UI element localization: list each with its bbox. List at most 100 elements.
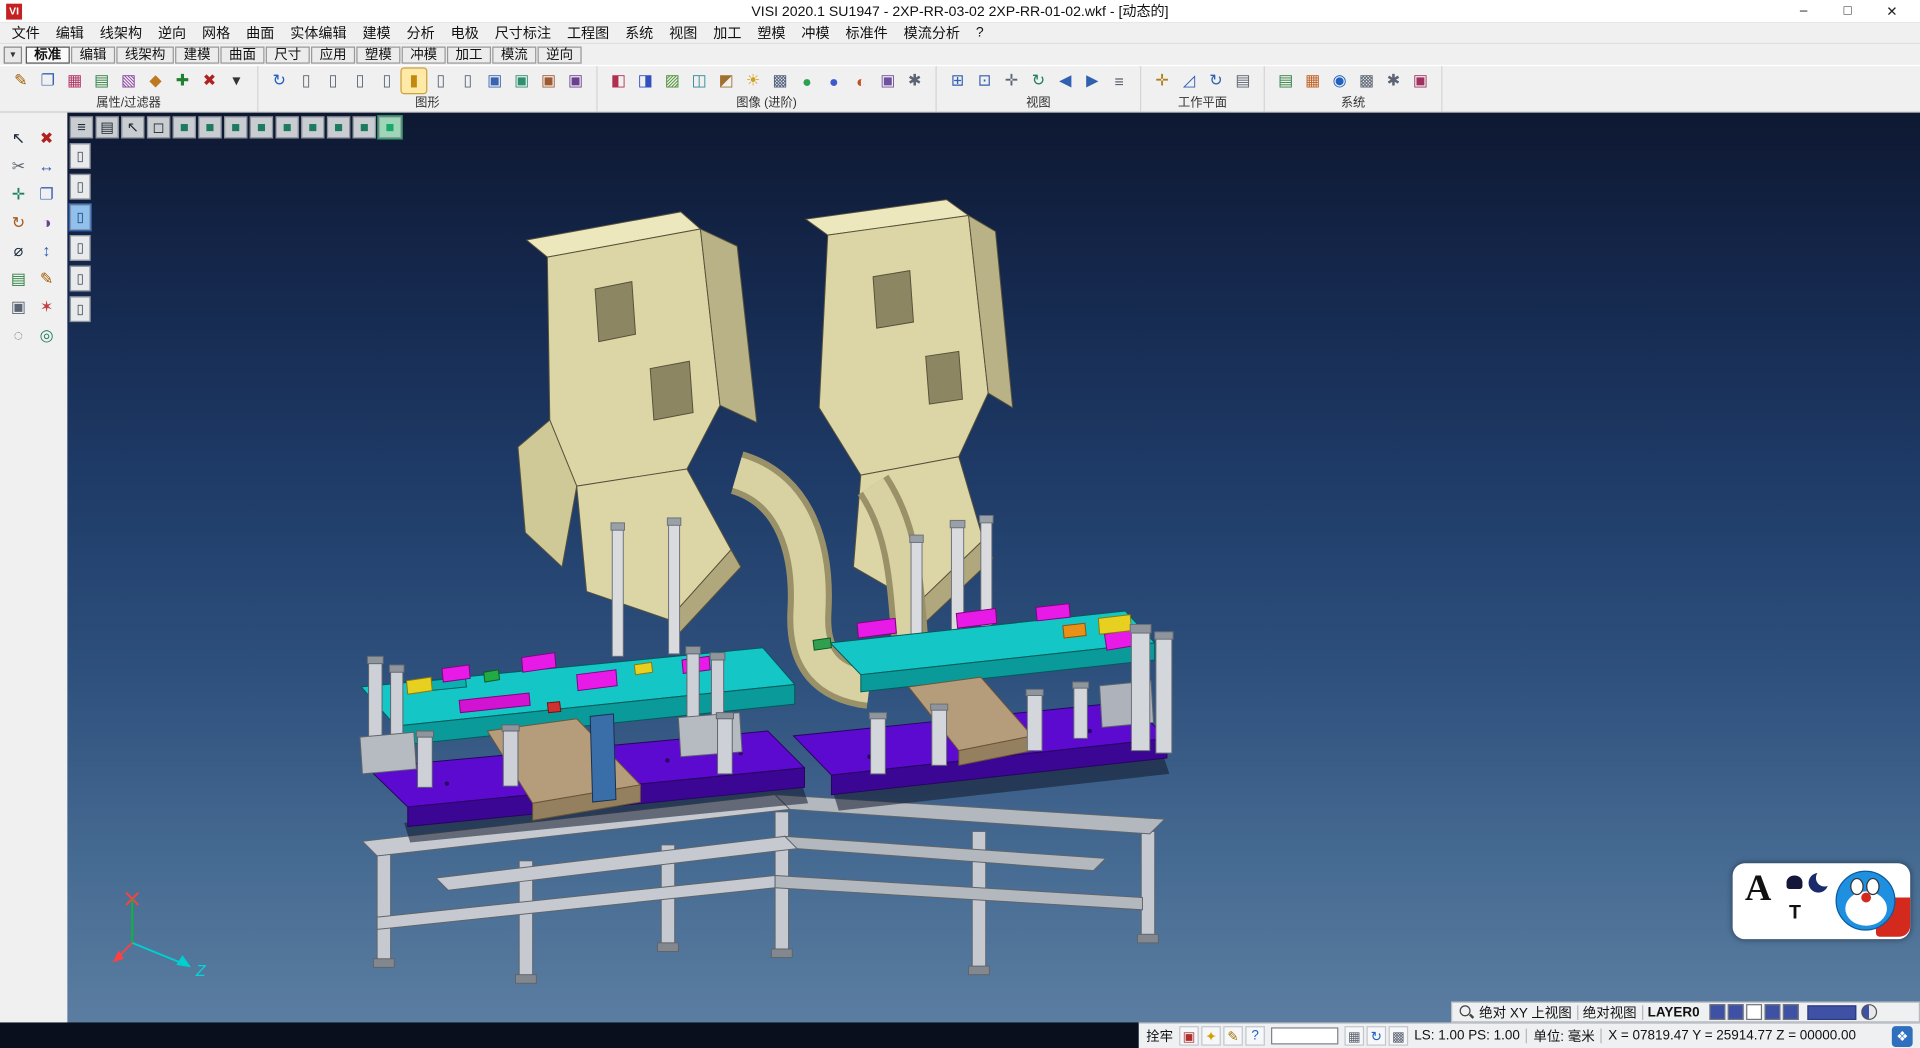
render-sphere-red-icon[interactable]: ◐: [849, 69, 873, 93]
menu-item-8[interactable]: 建模: [354, 23, 398, 43]
mirror-icon[interactable]: ◑: [34, 209, 60, 235]
quick-command-icon[interactable]: ✦: [1201, 1026, 1221, 1046]
extend-icon[interactable]: ↔: [34, 153, 60, 179]
previous-view-icon[interactable]: ◀: [1053, 69, 1077, 93]
copy-icon[interactable]: ❐: [34, 181, 60, 207]
menu-item-2[interactable]: 编辑: [48, 23, 92, 43]
toolbar-tab-5[interactable]: 曲面: [220, 46, 264, 63]
menu-item-15[interactable]: 加工: [705, 23, 749, 43]
rotate-icon[interactable]: ↻: [6, 209, 32, 235]
filter-add-icon[interactable]: ✚: [170, 69, 194, 93]
menu-item-18[interactable]: 标准件: [838, 23, 896, 43]
filter-wireframe-icon[interactable]: ▯: [70, 204, 91, 230]
rotate-view-icon[interactable]: ↻: [1026, 69, 1050, 93]
view-cube-right-icon[interactable]: ■: [301, 116, 324, 138]
display-box-2-icon[interactable]: ▣: [482, 69, 506, 93]
erase-icon[interactable]: ✖: [34, 125, 60, 151]
display-box-3-icon[interactable]: ▣: [509, 69, 533, 93]
shaded-mode-icon[interactable]: ◨: [633, 69, 657, 93]
view-cube-back-icon[interactable]: ■: [250, 116, 273, 138]
menu-item-19[interactable]: 模流分析: [896, 23, 968, 43]
refresh-status-icon[interactable]: ↻: [1367, 1026, 1387, 1046]
filter-surfaces-icon[interactable]: ▯: [70, 174, 91, 200]
view-manager-icon[interactable]: ≡: [1107, 69, 1131, 93]
display-shaded-icon[interactable]: ▮: [402, 69, 426, 93]
toolbar-tab-3[interactable]: 线架构: [116, 46, 174, 63]
toolbar-tab-7[interactable]: 应用: [311, 46, 355, 63]
command-input[interactable]: [1271, 1027, 1338, 1044]
menu-item-1[interactable]: 文件: [4, 23, 48, 43]
workplane-widget-icon[interactable]: ❖: [1892, 1026, 1913, 1047]
view-cube-dimetric-icon[interactable]: ■: [353, 116, 376, 138]
texture-mode-icon[interactable]: ▨: [660, 69, 684, 93]
snap-settings-icon[interactable]: ✱: [1381, 69, 1405, 93]
layer-toggle-icon[interactable]: [1861, 1004, 1877, 1020]
view-cube-iso-icon[interactable]: ■: [173, 116, 196, 138]
menu-item-6[interactable]: 曲面: [238, 23, 282, 43]
explode-icon[interactable]: ✶: [34, 294, 60, 320]
context-help-icon[interactable]: ?: [1245, 1026, 1265, 1046]
menu-item-7[interactable]: 实体编辑: [282, 23, 354, 43]
system-options-icon[interactable]: ▣: [1408, 69, 1432, 93]
refresh-graphics-icon[interactable]: ↻: [267, 69, 291, 93]
layer-color-2-icon[interactable]: [1728, 1004, 1744, 1020]
view-cube-bottom-icon[interactable]: ■: [327, 116, 350, 138]
filter-solids-icon[interactable]: ▯: [70, 143, 91, 169]
pan-view-icon[interactable]: ✛: [999, 69, 1023, 93]
menu-item-13[interactable]: 系统: [617, 23, 661, 43]
filter-dropdown-icon[interactable]: ▾: [224, 69, 248, 93]
workplane-manager-icon[interactable]: ▤: [1231, 69, 1255, 93]
group-elements-icon[interactable]: ▣: [6, 294, 32, 320]
trim-icon[interactable]: ✂: [6, 153, 32, 179]
3d-model-view[interactable]: [67, 113, 1920, 1048]
display-box-4-icon[interactable]: ▣: [536, 69, 560, 93]
world-view-icon[interactable]: ◉: [1327, 69, 1351, 93]
toolbar-tab-11[interactable]: 模流: [492, 46, 536, 63]
toolbar-tab-4[interactable]: 建模: [175, 46, 219, 63]
menu-item-5[interactable]: 网格: [194, 23, 238, 43]
snap-toggle[interactable]: 拴牢: [1146, 1026, 1173, 1046]
menu-item-17[interactable]: 冲模: [793, 23, 837, 43]
move-icon[interactable]: ✛: [6, 181, 32, 207]
select-icon[interactable]: ↖: [6, 125, 32, 151]
render-settings-icon[interactable]: ◧: [606, 69, 630, 93]
toolbar-tab-9[interactable]: 冲模: [402, 46, 446, 63]
menu-item-3[interactable]: 线架构: [92, 23, 150, 43]
view-menu-icon[interactable]: ≡: [70, 116, 93, 138]
filter-clear-icon[interactable]: ✖: [197, 69, 221, 93]
display-box-5-icon[interactable]: ▣: [563, 69, 587, 93]
type-filter-icon[interactable]: ▧: [116, 69, 140, 93]
view-cube-shaded-icon[interactable]: ■: [378, 116, 401, 138]
layer-color-1-icon[interactable]: [1709, 1004, 1725, 1020]
attribute-copy-icon[interactable]: ❐: [36, 69, 60, 93]
view-cube-top-icon[interactable]: ■: [198, 116, 221, 138]
display-box-1-icon[interactable]: ▯: [456, 69, 480, 93]
view-cube-front-icon[interactable]: ■: [224, 116, 247, 138]
image-options-icon[interactable]: ✱: [902, 69, 926, 93]
close-button[interactable]: ✕: [1880, 3, 1904, 19]
toolbar-tab-6[interactable]: 尺寸: [266, 46, 310, 63]
display-cylinder-1-icon[interactable]: ▯: [294, 69, 318, 93]
transparency-mode-icon[interactable]: ◫: [687, 69, 711, 93]
attribute-edit-icon[interactable]: ✎: [9, 69, 33, 93]
layer-color-4-icon[interactable]: [1764, 1004, 1780, 1020]
toolbar-dropdown-icon[interactable]: ▾: [4, 46, 22, 63]
layer-manager-icon[interactable]: ▤: [1273, 69, 1297, 93]
select-mode-icon[interactable]: ↖: [121, 116, 144, 138]
display-cylinder-2-icon[interactable]: ▯: [321, 69, 345, 93]
active-layer-label[interactable]: LAYER0: [1648, 1005, 1700, 1020]
workplane-align-icon[interactable]: ◿: [1177, 69, 1201, 93]
element-filter-icon[interactable]: ◆: [143, 69, 167, 93]
layer-color-5-icon[interactable]: [1783, 1004, 1799, 1020]
minimize-button[interactable]: –: [1791, 3, 1815, 19]
maximize-button[interactable]: □: [1836, 3, 1860, 19]
display-options-icon[interactable]: ▤: [96, 116, 119, 138]
display-cylinder-4-icon[interactable]: ▯: [375, 69, 399, 93]
color-manager-icon[interactable]: ▦: [1300, 69, 1324, 93]
workplane-create-icon[interactable]: ✛: [1150, 69, 1174, 93]
layers-panel-icon[interactable]: ▤: [6, 266, 32, 292]
menu-item-14[interactable]: 视图: [661, 23, 705, 43]
menu-item-10[interactable]: 电极: [443, 23, 487, 43]
section-view-icon[interactable]: ◩: [714, 69, 738, 93]
menu-item-4[interactable]: 逆向: [150, 23, 194, 43]
